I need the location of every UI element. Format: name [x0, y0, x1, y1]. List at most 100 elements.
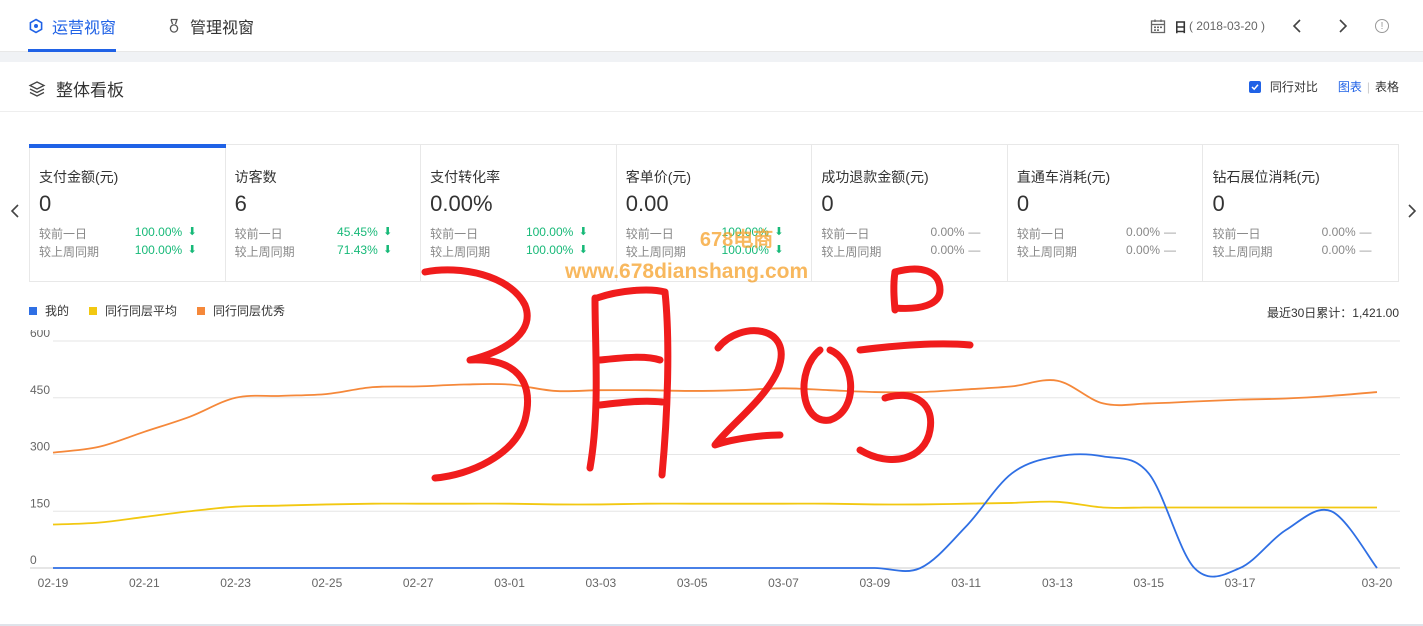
compare-percent: 0.00%: [1321, 225, 1356, 239]
tab-operations-label: 运营视窗: [52, 20, 117, 37]
metric-compare-row: 较上周同期 0.00% —: [1212, 243, 1372, 260]
date-picker[interactable]: 日 ( 2018-03-20 ): [1150, 0, 1265, 52]
compare-label: 同行对比: [1269, 80, 1318, 94]
metric-compare-row: 较前一日 0.00% —: [1017, 225, 1177, 242]
date-value: ( 2018-03-20 ): [1188, 19, 1265, 33]
arrow-down-icon: ⬇: [187, 244, 197, 256]
metric-name: 钻石展位消耗(元): [1212, 169, 1320, 185]
dash-icon: —: [1163, 225, 1176, 239]
metric-name: 客单价(元): [625, 169, 692, 185]
legend-swatch: [197, 306, 206, 315]
chevron-right-icon: [1339, 19, 1348, 33]
metric-card[interactable]: 支付金额(元) 0 较前一日 100.00% ⬇ 较上周同期 100.00% ⬇: [29, 144, 226, 281]
cards-prev-button[interactable]: [8, 200, 22, 222]
y-tick-label: 0: [30, 553, 37, 567]
arrow-down-icon: ⬇: [383, 226, 393, 238]
trend-chart: 0 150 300 450 600 02-19 02-21 02-23 02-25 02-27 03…: [30, 330, 1400, 590]
compare-label: 较上周同期: [1016, 245, 1077, 259]
y-tick-label: 600: [30, 330, 50, 340]
compare-label: 较前一日: [234, 227, 283, 241]
compare-percent: 0.00%: [930, 243, 965, 257]
metric-name: 支付金额(元): [39, 169, 119, 185]
metric-compare-row: 较上周同期 71.43% ⬇: [235, 243, 395, 260]
x-tick-label: 02-19: [38, 576, 69, 590]
compare-label: 较上周同期: [430, 245, 491, 259]
metric-value: 0: [1016, 191, 1030, 216]
x-tick-label: 03-15: [1133, 576, 1164, 590]
x-tick-label: 03-01: [494, 576, 525, 590]
metric-compare-row: 较前一日 100.00% ⬇: [39, 225, 199, 242]
dash-icon: —: [968, 243, 981, 257]
y-tick-label: 300: [30, 440, 50, 454]
x-tick-label: 03-09: [859, 576, 890, 590]
metric-compare-row: 较前一日 0.00% —: [1212, 225, 1372, 242]
metric-compare-row: 较前一日 45.45% ⬇: [235, 225, 395, 242]
compare-percent: 71.43%: [337, 243, 378, 257]
metric-name: 成功退款金额(元): [821, 169, 929, 185]
compare-percent: 0.00%: [1321, 243, 1356, 257]
layers-icon: [28, 80, 46, 98]
prev-date-button[interactable]: [1287, 16, 1307, 36]
series-line: [52, 453, 1378, 578]
tab-operations-view[interactable]: 运营视窗: [28, 0, 117, 52]
compare-label: 较前一日: [39, 227, 88, 241]
metric-value: 0.00: [625, 191, 669, 216]
compare-label: 较前一日: [1016, 227, 1065, 241]
watermark-line-1: 678电商: [699, 229, 774, 251]
chevron-left-icon: [1292, 19, 1301, 33]
arrow-down-icon: ⬇: [187, 226, 197, 238]
compare-label: 较上周同期: [821, 245, 882, 259]
legend-label: 同行同层优秀: [213, 304, 286, 318]
tab-management-label: 管理视窗: [190, 20, 255, 37]
x-tick-label: 03-17: [1225, 576, 1256, 590]
compare-label: 较上周同期: [39, 245, 100, 259]
metric-value: 0: [821, 191, 834, 216]
compare-percent: 100.00%: [134, 243, 183, 257]
metric-value: 0: [1212, 191, 1225, 216]
metric-compare-row: 较前一日 0.00% —: [821, 225, 981, 242]
watermark-line-2: www.678dianshang.com: [565, 260, 809, 283]
x-tick-label: 03-11: [951, 576, 981, 590]
x-tick-label: 03-13: [1042, 576, 1073, 590]
overview-panel: 整体看板 同行对比 图表 | 表格 支付金额(元) 0 较前一日 100.00% ⬇ 较上…: [0, 62, 1423, 624]
x-tick-label: 02-21: [129, 576, 160, 590]
legend-item[interactable]: 同行同层优秀: [197, 302, 285, 319]
chart-legend: 我的 同行同层平均 同行同层优秀: [29, 302, 305, 319]
legend-label: 我的: [45, 304, 70, 318]
top-bar: 运营视窗 管理视窗 日 ( 2018-03-20 ) !: [0, 0, 1423, 52]
metric-compare-row: 较上周同期 0.00% —: [821, 243, 981, 260]
metric-card[interactable]: 成功退款金额(元) 0 较前一日 0.00% — 较上周同期 0.00% —: [812, 145, 1008, 281]
metric-card[interactable]: 访客数 6 较前一日 45.45% ⬇ 较上周同期 71.43% ⬇: [226, 145, 422, 281]
total-30-days: 最近30日累计：1,421.00: [1266, 306, 1399, 320]
chevron-right-icon: [1408, 204, 1417, 218]
dash-icon: —: [1359, 225, 1372, 239]
next-date-button[interactable]: [1333, 16, 1353, 36]
series-line: [52, 500, 1377, 526]
arrow-down-icon: ⬇: [383, 244, 393, 256]
legend-item[interactable]: 同行同层平均: [89, 302, 177, 319]
hexagon-icon: [28, 18, 44, 34]
compare-checkbox[interactable]: [1248, 80, 1261, 93]
view-table-toggle[interactable]: 表格: [1375, 78, 1399, 95]
chevron-left-icon: [10, 204, 19, 218]
watermark: 678电商 www.678dianshang.com: [565, 224, 808, 288]
compare-percent: 100.00%: [134, 225, 183, 239]
dash-icon: —: [968, 225, 981, 239]
info-icon[interactable]: !: [1375, 19, 1389, 33]
panel-header: 整体看板 同行对比 图表 | 表格: [0, 62, 1423, 112]
view-chart-toggle[interactable]: 图表: [1338, 78, 1362, 95]
view-separator: |: [1366, 79, 1370, 94]
x-tick-label: 03-20: [1362, 576, 1393, 590]
tab-management-view[interactable]: 管理视窗: [166, 0, 254, 52]
compare-label: 较前一日: [821, 227, 870, 241]
metric-compare-row: 较上周同期 100.00% ⬇: [39, 243, 199, 260]
metric-value: 6: [234, 191, 247, 216]
legend-item[interactable]: 我的: [29, 302, 69, 319]
cards-next-button[interactable]: [1405, 200, 1419, 222]
compare-label: 较前一日: [1212, 227, 1261, 241]
compare-percent: 0.00%: [1126, 225, 1161, 239]
dash-icon: —: [1163, 243, 1176, 257]
legend-swatch: [29, 306, 37, 315]
metric-card[interactable]: 钻石展位消耗(元) 0 较前一日 0.00% — 较上周同期 0.00% —: [1203, 145, 1398, 281]
metric-card[interactable]: 直通车消耗(元) 0 较前一日 0.00% — 较上周同期 0.00% —: [1008, 145, 1204, 281]
